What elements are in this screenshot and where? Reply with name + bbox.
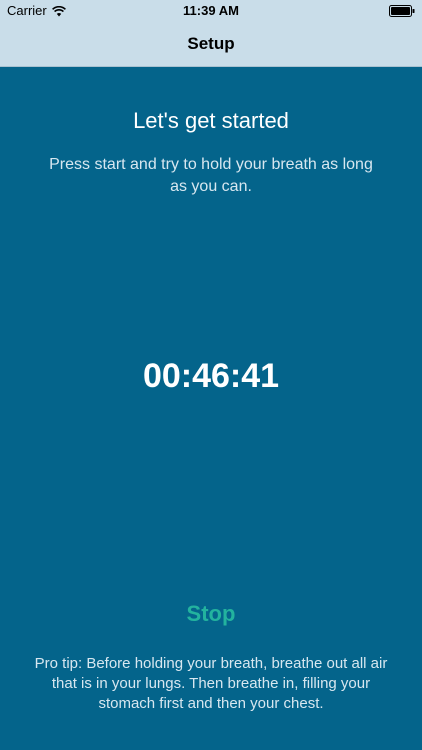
pro-tip-text: Pro tip: Before holding your breath, bre… — [34, 655, 388, 712]
stop-button[interactable]: Stop — [140, 598, 282, 630]
navigation-bar: Setup — [0, 22, 422, 67]
timer-display: 00:46:41 — [142, 357, 280, 395]
status-bar: Carrier 11:39 AM — [0, 0, 422, 22]
nav-title: Setup — [187, 34, 235, 53]
instructions-text: Press start and try to hold your breath … — [49, 156, 373, 195]
status-time: 11:39 AM — [183, 3, 239, 18]
battery-icon — [389, 5, 415, 17]
page-heading: Let's get started — [133, 108, 289, 133]
